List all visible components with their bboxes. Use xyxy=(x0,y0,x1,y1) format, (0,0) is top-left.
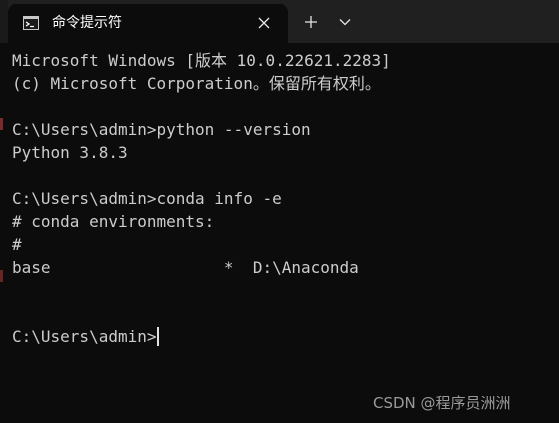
terminal-icon xyxy=(23,16,39,30)
window-edge-accent xyxy=(0,118,3,130)
chevron-down-icon[interactable] xyxy=(332,9,358,35)
watermark: CSDN @程序员洲洲 xyxy=(373,394,511,412)
tab-title: 命令提示符 xyxy=(52,15,122,31)
terminal-prompt-line: C:\Users\admin> xyxy=(12,325,159,348)
terminal-line: Python 3.8.3 xyxy=(12,143,128,162)
terminal-line: base * D:\Anaconda xyxy=(12,258,359,277)
terminal-output[interactable]: Microsoft Windows [版本 10.0.22621.2283] (… xyxy=(0,43,559,423)
plus-icon[interactable] xyxy=(298,9,324,35)
terminal-line: (c) Microsoft Corporation。保留所有权利。 xyxy=(12,74,381,93)
terminal-line: C:\Users\admin>python --version xyxy=(12,120,311,139)
terminal-line: Microsoft Windows [版本 10.0.22621.2283] xyxy=(12,51,391,70)
terminal-prompt: C:\Users\admin> xyxy=(12,327,157,346)
terminal-line: # conda environments: xyxy=(12,212,215,231)
terminal-line: # xyxy=(12,235,22,254)
close-icon[interactable] xyxy=(252,11,276,35)
tab-bar: 命令提示符 xyxy=(0,0,559,43)
terminal-line: C:\Users\admin>conda info -e xyxy=(12,189,282,208)
terminal-window: 命令提示符 Microsoft Windows [版本 10.0.22621.2… xyxy=(0,0,559,423)
tab-bar-edge xyxy=(0,0,8,43)
window-edge-accent xyxy=(0,270,3,282)
text-cursor xyxy=(156,327,159,346)
tab-command-prompt[interactable]: 命令提示符 xyxy=(8,4,288,43)
